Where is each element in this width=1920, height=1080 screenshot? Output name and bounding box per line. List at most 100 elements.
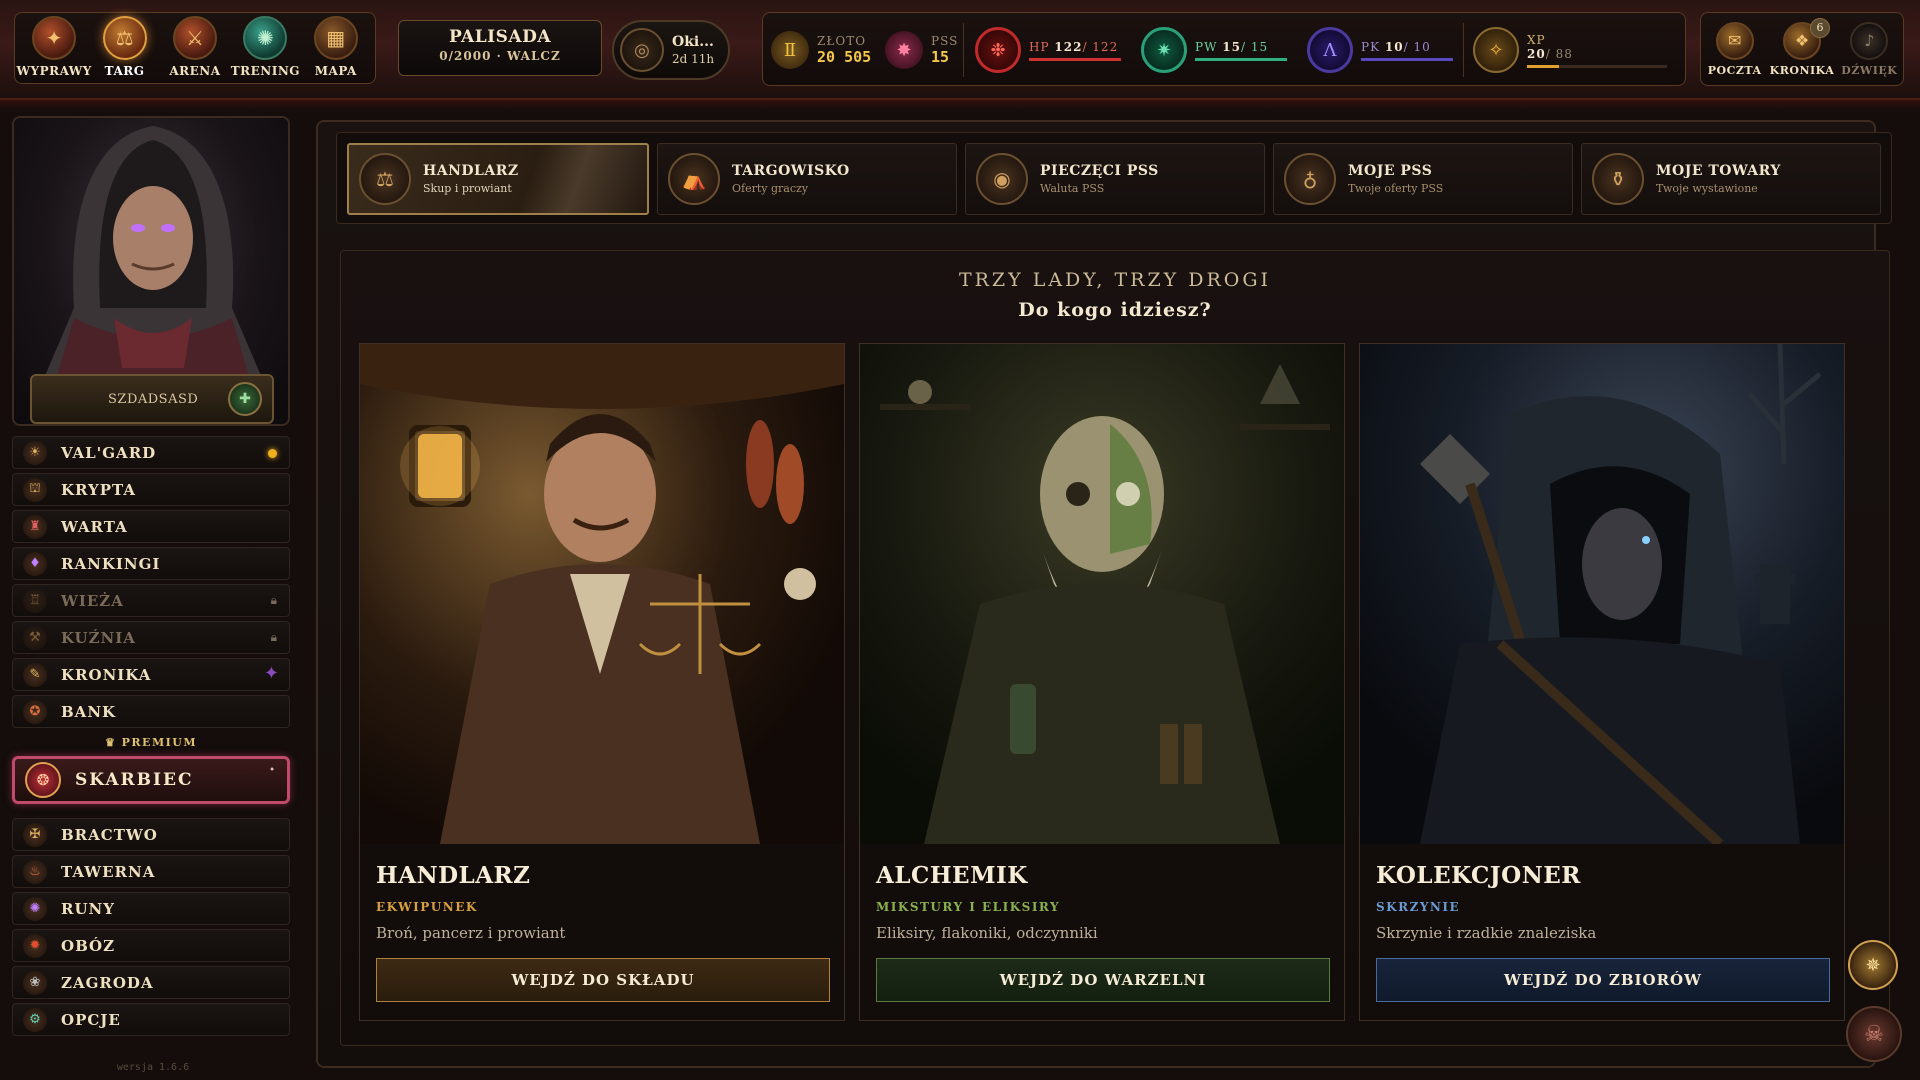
- market-tabs: ⚖ HANDLARZ Skup i prowiant ⛺ TARGOWISKO …: [336, 132, 1892, 224]
- enter-shop-button[interactable]: WEJDŹ DO ZBIORÓW: [1376, 958, 1830, 1002]
- sidebar-item-kuznia[interactable]: ⚒ KUŹNIA 🔒︎: [12, 621, 290, 654]
- sidebar-item-krypta[interactable]: ⛫ KRYPTA: [12, 473, 290, 506]
- enter-shop-button[interactable]: WEJDŹ DO WARZELNI: [876, 958, 1330, 1002]
- vendor-card-handlarz[interactable]: HANDLARZ EKWIPUNEK Broń, pancerz i prowi…: [359, 343, 845, 1021]
- poczta-button[interactable]: ✉ POCZTA: [1705, 21, 1765, 77]
- tab-subtitle: Oferty graczy: [732, 182, 809, 195]
- vendor-description: Broń, pancerz i prowiant: [376, 924, 566, 942]
- sidebar-item-label: ZAGRODA: [61, 973, 154, 992]
- mail-icon: ✉: [1715, 21, 1754, 60]
- market-main: ⚖ HANDLARZ Skup i prowiant ⛺ TARGOWISKO …: [316, 120, 1892, 1068]
- pss-stat: ✸ PSS 15: [885, 13, 958, 87]
- sparkle-icon: •: [269, 765, 275, 776]
- tab-moje-pss[interactable]: ♁ MOJE PSS Twoje oferty PSS: [1273, 143, 1573, 215]
- tab-title: PIECZĘCI PSS: [1040, 163, 1159, 179]
- sidebar-item-label: KUŹNIA: [61, 628, 136, 647]
- xp-emblem-icon: ✧: [1473, 27, 1519, 73]
- palisada-title: PALISADA: [448, 27, 552, 47]
- vendor-selection-panel: TRZY LADY, TRZY DROGI Do kogo idziesz? H…: [340, 250, 1890, 1046]
- nav-mapa-label: MAPA: [314, 64, 357, 78]
- tab-pieczeci-pss[interactable]: ◉ PIECZĘCI PSS Waluta PSS: [965, 143, 1265, 215]
- sound-icon: ♪: [1850, 21, 1889, 60]
- guard-icon: ♜: [23, 514, 47, 539]
- sidebar-item-bank[interactable]: ✪ BANK: [12, 695, 290, 728]
- sidebar-item-bractwo[interactable]: ✠ BRACTWO: [12, 818, 290, 851]
- sidebar-item-label: WIEŻA: [61, 591, 124, 610]
- gold-label: ZŁOTO: [817, 34, 867, 48]
- nav-arena[interactable]: ⚔ ARENA: [161, 16, 229, 80]
- raven-icon: ✦: [263, 663, 279, 684]
- sidebar-item-warta[interactable]: ♜ WARTA: [12, 510, 290, 543]
- xp-stat: ✧ XP 20/ 88: [1473, 13, 1667, 87]
- nav-wyprawy[interactable]: ✦ WYPRAWY: [17, 16, 91, 80]
- tab-handlarz[interactable]: ⚖ HANDLARZ Skup i prowiant: [347, 143, 649, 215]
- pk-stat: Λ PK 10/ 10: [1307, 13, 1453, 87]
- arena-icon: ⚔: [172, 16, 217, 60]
- vendor-card-kolekcjoner[interactable]: KOLEKCJONER SKRZYNIE Skrzynie i rzadkie …: [1359, 343, 1845, 1021]
- tab-title: TARGOWISKO: [732, 163, 850, 179]
- sidebar-item-tawerna[interactable]: ♨ TAWERNA: [12, 855, 290, 888]
- xp-label: XP: [1527, 32, 1546, 47]
- nav-wyprawy-label: WYPRAWY: [16, 64, 92, 78]
- divider: [1463, 23, 1464, 77]
- sidebar-item-label: VAL'GARD: [61, 443, 157, 462]
- heart-icon: ❉: [975, 27, 1021, 73]
- event-time: 2d 11h: [672, 52, 715, 66]
- pss-value: 15: [931, 48, 950, 66]
- sidebar-item-skarbiec[interactable]: ❂ SKARBIEC •: [12, 756, 290, 804]
- hp-label: HP: [1029, 39, 1050, 54]
- quick-action-button[interactable]: ✵: [1848, 940, 1898, 990]
- sidebar-item-zagroda[interactable]: ❀ ZAGRODA: [12, 966, 290, 999]
- vendor-category: SKRZYNIE: [1376, 900, 1461, 914]
- pw-current: 15: [1222, 39, 1241, 54]
- nav-trening[interactable]: ✺ TRENING: [231, 16, 300, 80]
- tab-moje-towary[interactable]: ⚱ MOJE TOWARY Twoje wystawione: [1581, 143, 1881, 215]
- event-timer[interactable]: ◎ Oki... 2d 11h: [612, 20, 730, 80]
- gold-icon: Ⅱ: [771, 31, 809, 69]
- sun-icon: ☀: [23, 440, 47, 465]
- poczta-label: POCZTA: [1707, 63, 1762, 77]
- sidebar-item-label: BANK: [61, 702, 117, 721]
- palisada-button[interactable]: PALISADA 0/2000 · WALCZ: [398, 20, 602, 76]
- sidebar-item-oboz[interactable]: ✹ OBÓZ: [12, 929, 290, 962]
- anvil-icon: ⚒: [23, 625, 47, 650]
- sidebar-item-valgard[interactable]: ☀ VAL'GARD: [12, 436, 290, 469]
- class-emblem-icon: ✚: [228, 382, 262, 416]
- enter-shop-button[interactable]: WEJDŹ DO SKŁADU: [376, 958, 830, 1002]
- pss-label: PSS: [931, 34, 959, 48]
- tab-subtitle: Waluta PSS: [1040, 182, 1105, 195]
- sidebar-item-rankingi[interactable]: ♦ RANKINGI: [12, 547, 290, 580]
- pk-current: 10: [1384, 39, 1404, 54]
- quill-icon: ✎: [23, 662, 47, 687]
- event-title: Oki...: [672, 34, 714, 50]
- treasury-icon: ❂: [25, 762, 61, 798]
- training-icon: ✺: [243, 16, 288, 60]
- lock-icon: 🔒︎: [270, 630, 277, 644]
- pw-label: PW: [1195, 39, 1218, 54]
- vendor-description: Skrzynie i rzadkie znaleziska: [1376, 924, 1597, 942]
- nav-mapa[interactable]: ▦ MAPA: [302, 16, 370, 80]
- sidebar-item-opcje[interactable]: ⚙ OPCJE: [12, 1003, 290, 1036]
- kronika-button[interactable]: ❖ 6 KRONIKA: [1770, 17, 1834, 77]
- vendor-card-alchemik[interactable]: ALCHEMIK MIKSTURY I ELIKSIRY Eliksiry, f…: [859, 343, 1345, 1021]
- sidebar-item-kronika[interactable]: ✎ KRONIKA ✦: [12, 658, 290, 691]
- palisada-status: 0/2000 · WALCZ: [439, 49, 561, 63]
- sidebar-item-runy[interactable]: ✺ RUNY: [12, 892, 290, 925]
- nav-targ[interactable]: ⚖ TARG: [91, 16, 159, 80]
- pw-max: 15: [1250, 39, 1269, 54]
- player-portrait[interactable]: SZDADSASD ✚: [12, 116, 290, 426]
- crypt-icon: ⛫: [23, 477, 47, 502]
- main-nav: ✦ WYPRAWY ⚖ TARG ⚔ ARENA ✺ TRENING ▦ MAP…: [14, 12, 376, 84]
- tab-targowisko[interactable]: ⛺ TARGOWISKO Oferty graczy: [657, 143, 957, 215]
- sidebar-item-label: BRACTWO: [61, 825, 158, 844]
- skull-button[interactable]: ☠: [1846, 1006, 1902, 1062]
- vendor-category: MIKSTURY I ELIKSIRY: [876, 900, 1061, 914]
- tab-subtitle: Skup i prowiant: [423, 182, 512, 195]
- vault-icon: ✪: [23, 699, 47, 724]
- sound-button[interactable]: ♪ DŹWIĘK: [1839, 21, 1899, 77]
- campfire-icon: ✹: [23, 933, 47, 958]
- lock-icon: 🔒︎: [270, 593, 277, 607]
- tower-icon: ♖: [23, 588, 47, 613]
- sidebar-item-wieza[interactable]: ♖ WIEŻA 🔒︎: [12, 584, 290, 617]
- alchemist-illustration: [860, 344, 1344, 844]
